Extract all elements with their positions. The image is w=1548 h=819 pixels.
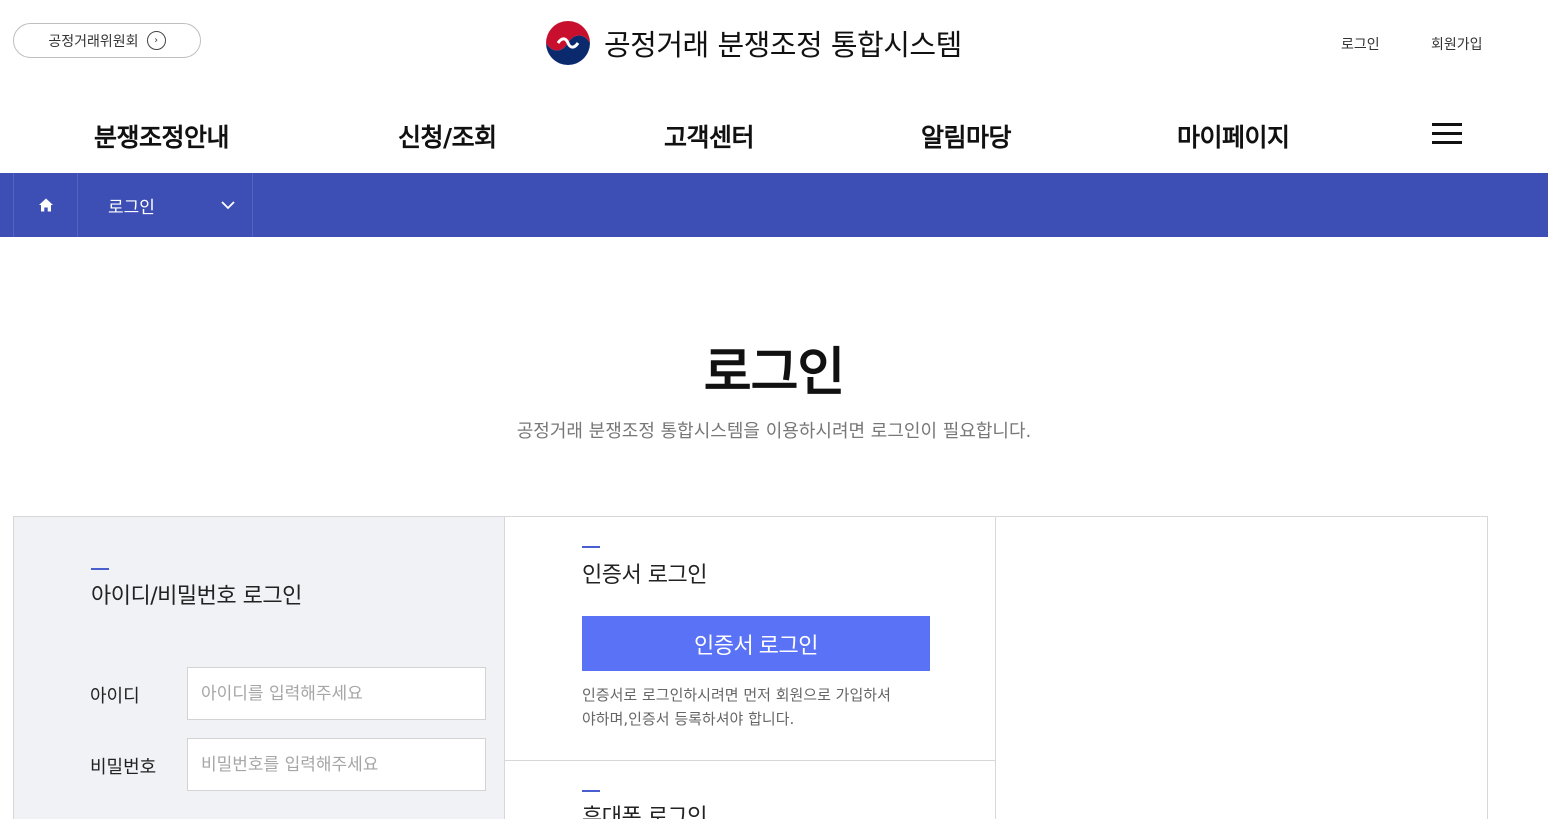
site-title: 공정거래 분쟁조정 통합시스템 — [604, 28, 962, 62]
ftc-link-label: 공정거래위원회 — [48, 33, 139, 50]
panel-divider — [505, 760, 995, 761]
id-login-title: 아이디/비밀번호 로그인 — [91, 584, 302, 609]
section-accent — [582, 790, 600, 792]
cert-login-title: 인증서 로그인 — [582, 563, 707, 588]
top-header: 공정거래위원회 › 공정거래 분쟁조정 통합시스템 로그인 회원가입 — [0, 0, 1548, 88]
password-label: 비밀번호 — [90, 757, 157, 778]
cert-desc-line: 인증서로 로그인하시려면 먼저 회원으로 가입하셔 — [582, 686, 891, 704]
id-login-panel: 아이디/비밀번호 로그인 아이디 비밀번호 — [13, 516, 505, 819]
home-button[interactable] — [13, 173, 78, 237]
password-input[interactable] — [187, 738, 486, 791]
cert-login-button[interactable]: 인증서 로그인 — [582, 616, 930, 671]
cert-login-description: 인증서로 로그인하시려면 먼저 회원으로 가입하셔 야하며,인증서 등록하셔야 … — [582, 683, 942, 731]
location-bar: 로그인 — [0, 173, 1548, 237]
nav-item-mypage[interactable]: 마이페이지 — [1177, 118, 1290, 154]
section-accent — [582, 546, 600, 548]
breadcrumb-dropdown[interactable]: 로그인 — [78, 173, 253, 237]
cert-login-panel: 인증서 로그인 인증서 로그인 인증서로 로그인하시려면 먼저 회원으로 가입하… — [504, 516, 996, 819]
ftc-link-button[interactable]: 공정거래위원회 › — [13, 23, 201, 58]
menu-hamburger-icon[interactable] — [1432, 123, 1462, 145]
home-icon — [38, 198, 53, 212]
util-signup-link[interactable]: 회원가입 — [1431, 34, 1483, 54]
id-input[interactable] — [187, 667, 486, 720]
page-title: 로그인 — [703, 343, 846, 403]
nav-item-apply-inquiry[interactable]: 신청/조회 — [398, 118, 497, 154]
util-login-link[interactable]: 로그인 — [1341, 34, 1380, 54]
empty-panel — [995, 516, 1488, 819]
section-accent — [91, 568, 109, 570]
id-label: 아이디 — [90, 686, 140, 707]
chevron-down-icon — [221, 201, 235, 210]
page-subtitle: 공정거래 분쟁조정 통합시스템을 이용하시려면 로그인이 필요합니다. — [516, 421, 1032, 442]
government-logo-icon — [545, 20, 591, 66]
phone-login-title: 휴대폰 로그인 — [582, 805, 707, 819]
nav-item-dispute-guide[interactable]: 분쟁조정안내 — [94, 118, 230, 154]
nav-item-notice[interactable]: 알림마당 — [921, 118, 1012, 154]
breadcrumb-current: 로그인 — [108, 197, 155, 218]
nav-item-customer-center[interactable]: 고객센터 — [664, 118, 755, 154]
cert-desc-line: 야하며,인증서 등록하셔야 합니다. — [582, 710, 795, 728]
main-nav: 분쟁조정안내 신청/조회 고객센터 알림마당 마이페이지 — [0, 100, 1548, 173]
site-brand[interactable]: 공정거래 분쟁조정 통합시스템 — [544, 18, 962, 68]
chevron-right-circle-icon: › — [146, 31, 166, 50]
